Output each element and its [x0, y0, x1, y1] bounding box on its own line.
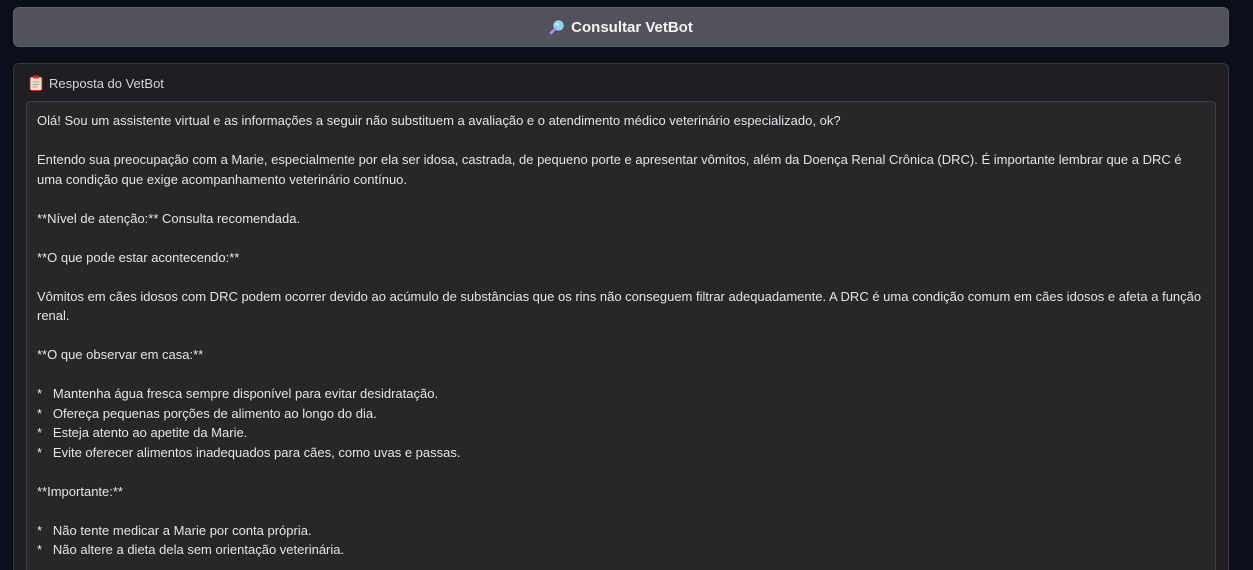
page: Consultar VetBot Resposta do VetBot Olá!… [0, 0, 1253, 570]
response-blank-line [37, 501, 1205, 521]
response-blank-line [37, 189, 1205, 209]
response-blank-line [37, 228, 1205, 248]
clipboard-icon [29, 75, 43, 91]
response-blank-line [37, 365, 1205, 385]
response-blank-line [37, 131, 1205, 151]
response-blank-line [37, 462, 1205, 482]
response-line: **O que pode estar acontecendo:** [37, 249, 240, 265]
response-line: * Não altere a dieta dela sem orientação… [37, 542, 345, 557]
response-textarea[interactable]: Olá! Sou um assistente virtual e as info… [26, 101, 1216, 570]
response-line: Vômitos em cães idosos com DRC podem oco… [37, 288, 1205, 324]
response-blank-line [37, 267, 1205, 287]
response-panel: Resposta do VetBot Olá! Sou um assistent… [13, 63, 1229, 570]
response-line: Entendo sua preocupação com a Marie, esp… [37, 152, 1186, 187]
response-panel-title: Resposta do VetBot [49, 75, 164, 91]
response-line: * Mantenha água fresca sempre disponível… [37, 386, 439, 401]
response-line: **O que observar em casa:** [37, 347, 204, 362]
consult-vetbot-button[interactable]: Consultar VetBot [13, 7, 1229, 47]
response-panel-header: Resposta do VetBot [29, 75, 164, 91]
response-blank-line [37, 326, 1205, 346]
consult-vetbot-label: Consultar VetBot [571, 18, 693, 36]
response-line: Olá! Sou um assistente virtual e as info… [37, 113, 841, 128]
response-line: * Não tente medicar a Marie por conta pr… [37, 522, 312, 538]
magnifier-icon [549, 19, 565, 35]
response-line: * Esteja atento ao apetite da Marie. [37, 425, 248, 440]
response-line: **Nível de atenção:** Consulta recomenda… [37, 210, 301, 226]
response-line: * Ofereça pequenas porções de alimento a… [37, 405, 377, 421]
response-line: * Evite oferecer alimentos inadequados p… [37, 444, 461, 460]
response-line: **Importante:** [37, 483, 123, 499]
